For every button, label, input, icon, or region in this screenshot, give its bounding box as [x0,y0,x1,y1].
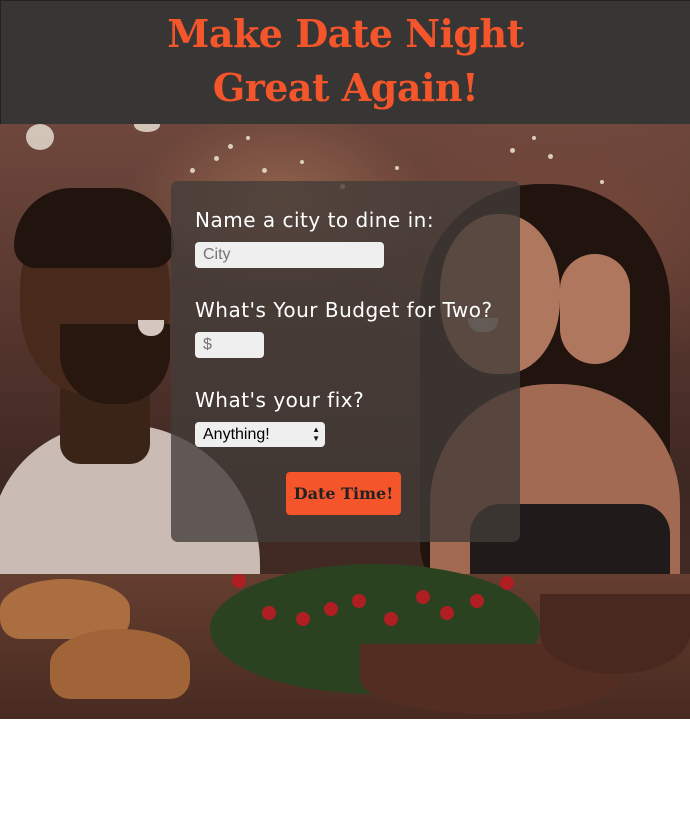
budget-label: What's Your Budget for Two? [195,298,493,322]
title-line-1: Make Date Night [167,11,524,56]
cuisine-select[interactable]: Anything! ▲ ▼ [195,422,325,447]
page-header: Make Date Night Great Again! [0,0,690,124]
fix-label: What's your fix? [195,388,365,412]
cuisine-select-value: Anything! [203,426,270,443]
title-line-2: Great Again! [212,65,479,110]
updown-chevron-icon: ▲ ▼ [312,425,320,443]
date-time-button[interactable]: Date Time! [286,472,401,515]
page-title: Make Date Night Great Again! [1,1,690,115]
city-input[interactable] [195,242,384,268]
city-label: Name a city to dine in: [195,208,435,232]
budget-input[interactable] [195,332,264,358]
date-search-form: Name a city to dine in: What's Your Budg… [171,181,520,542]
